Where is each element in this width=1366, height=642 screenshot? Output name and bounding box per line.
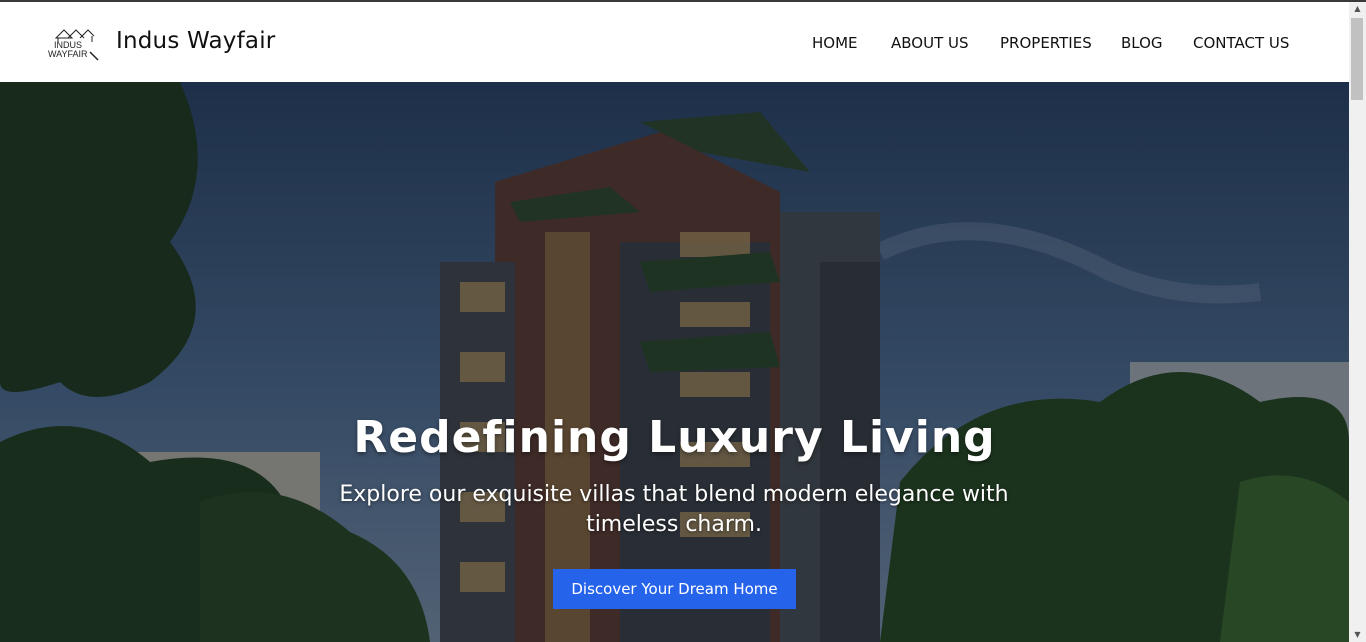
nav-about-us[interactable]: ABOUT US	[891, 34, 969, 52]
page-scrollbar[interactable]: ▲ ▼	[1349, 2, 1366, 642]
site-header: INDUS WAYFAIR Indus Wayfair HOME ABOUT U…	[0, 2, 1349, 82]
hero-title: Redefining Luxury Living	[353, 412, 996, 463]
scroll-down-arrow-icon[interactable]: ▼	[1349, 628, 1366, 642]
scrollbar-thumb[interactable]	[1351, 18, 1363, 100]
nav-properties[interactable]: PROPERTIES	[1000, 34, 1092, 52]
hero-subtitle: Explore our exquisite villas that blend …	[339, 482, 1009, 537]
discover-dream-home-button[interactable]: Discover Your Dream Home	[553, 569, 796, 609]
hero-section: Redefining Luxury Living Explore our exq…	[0, 82, 1349, 642]
nav-home[interactable]: HOME	[812, 34, 858, 52]
hero-overlay	[0, 82, 1349, 642]
nav-contact-us[interactable]: CONTACT US	[1193, 34, 1289, 52]
nav-blog[interactable]: BLOG	[1121, 34, 1163, 52]
main-nav: HOME ABOUT US PROPERTIES BLOG CONTACT US	[0, 32, 1349, 56]
scroll-up-arrow-icon[interactable]: ▲	[1349, 2, 1366, 16]
